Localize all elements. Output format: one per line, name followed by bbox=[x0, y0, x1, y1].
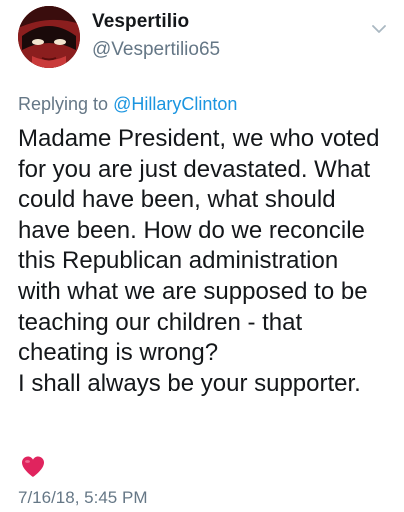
display-name[interactable]: Vespertilio bbox=[92, 11, 189, 33]
reply-prefix: Replying to bbox=[18, 94, 114, 114]
tweet-timestamp[interactable]: 7/16/18, 5:45 PM bbox=[18, 488, 147, 508]
user-handle[interactable]: @Vespertilio65 bbox=[92, 39, 220, 61]
heart-icon bbox=[20, 455, 46, 479]
tweet: Vespertilio @Vespertilio65 Replying to @… bbox=[0, 0, 404, 512]
tweet-text: Madame President, we who voted for you a… bbox=[18, 125, 380, 397]
reply-context: Replying to @HillaryClinton bbox=[18, 94, 237, 115]
more-options-button[interactable] bbox=[368, 20, 390, 38]
chevron-down-icon bbox=[372, 25, 386, 33]
avatar[interactable] bbox=[18, 6, 80, 68]
avatar-image bbox=[18, 6, 80, 68]
reply-mention-link[interactable]: @HillaryClinton bbox=[113, 94, 237, 114]
